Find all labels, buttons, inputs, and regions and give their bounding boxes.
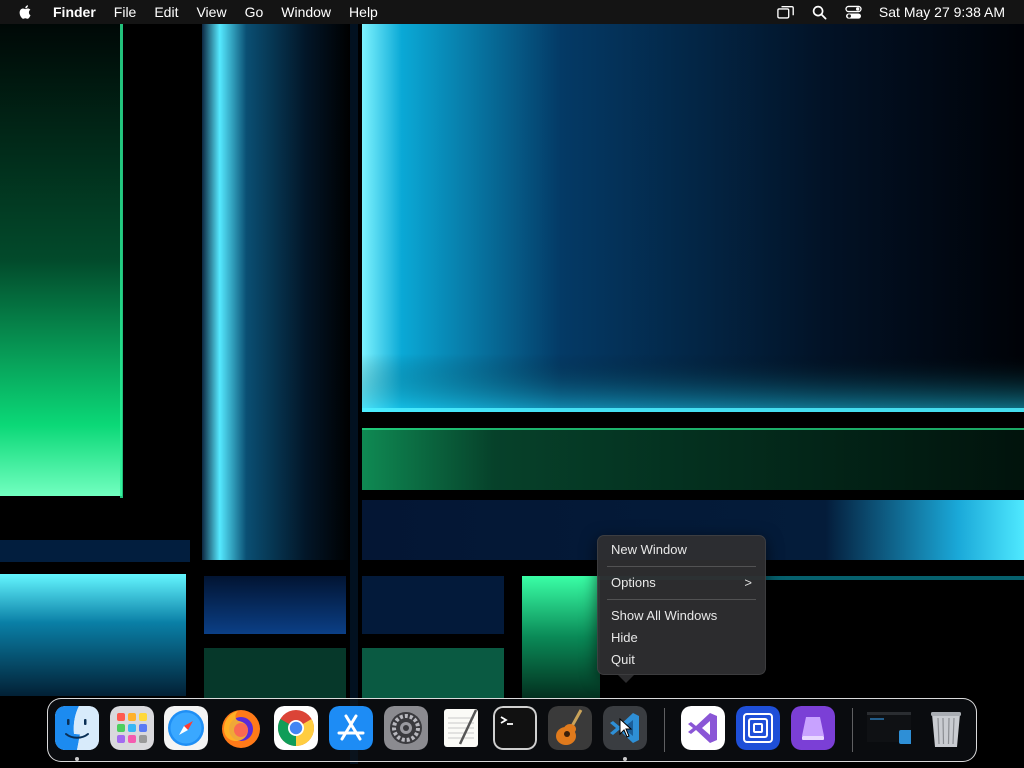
menu-view[interactable]: View [187, 0, 235, 24]
menu-separator [607, 599, 756, 600]
control-center-icon[interactable] [837, 0, 871, 24]
menu-item-hide[interactable]: Hide [597, 627, 766, 649]
chrome-icon[interactable] [274, 706, 318, 750]
finder-icon[interactable] [55, 706, 99, 750]
menu-app-finder[interactable]: Finder [53, 0, 105, 24]
menu-item-options-label: Options [611, 575, 656, 590]
menu-edit[interactable]: Edit [145, 0, 187, 24]
apple-logo-icon[interactable] [18, 3, 36, 21]
system-preferences-icon[interactable] [384, 706, 428, 750]
menu-window[interactable]: Window [272, 0, 340, 24]
mouse-cursor-icon [619, 718, 633, 738]
dock-divider [852, 708, 853, 752]
screens-icon[interactable] [736, 706, 780, 750]
dock-context-menu: New Window Options > Show All Windows Hi… [597, 535, 766, 683]
menu-item-show-all-windows[interactable]: Show All Windows [597, 605, 766, 627]
screen-mirroring-icon[interactable] [769, 0, 803, 24]
visual-studio-icon[interactable] [681, 706, 725, 750]
app-store-icon[interactable] [329, 706, 373, 750]
launchpad-icon[interactable] [110, 706, 154, 750]
chevron-right-icon: > [744, 575, 752, 590]
menu-item-options[interactable]: Options > [597, 572, 766, 594]
safari-icon[interactable] [164, 706, 208, 750]
firefox-icon[interactable] [219, 706, 263, 750]
menu-item-quit[interactable]: Quit [597, 649, 766, 671]
configurator-icon[interactable] [791, 706, 835, 750]
dock-divider [664, 708, 665, 752]
menu-go[interactable]: Go [236, 0, 273, 24]
running-indicator [623, 757, 627, 761]
textedit-icon[interactable] [439, 706, 483, 750]
menu-bar: Finder File Edit View Go Window Help Sat… [0, 0, 1024, 24]
menu-bar-clock[interactable]: Sat May 27 9:38 AM [871, 0, 1024, 24]
running-indicator [75, 757, 79, 761]
dock [47, 698, 977, 762]
menu-separator [607, 566, 756, 567]
menu-file[interactable]: File [105, 0, 146, 24]
desktop-wallpaper [0, 0, 1024, 768]
menu-help[interactable]: Help [340, 0, 387, 24]
garageband-icon[interactable] [548, 706, 592, 750]
minimized-window-icon[interactable] [867, 706, 911, 750]
search-icon[interactable] [803, 0, 837, 24]
terminal-icon[interactable] [493, 706, 537, 750]
trash-icon[interactable] [924, 706, 968, 750]
menu-item-new-window[interactable]: New Window [597, 539, 766, 561]
